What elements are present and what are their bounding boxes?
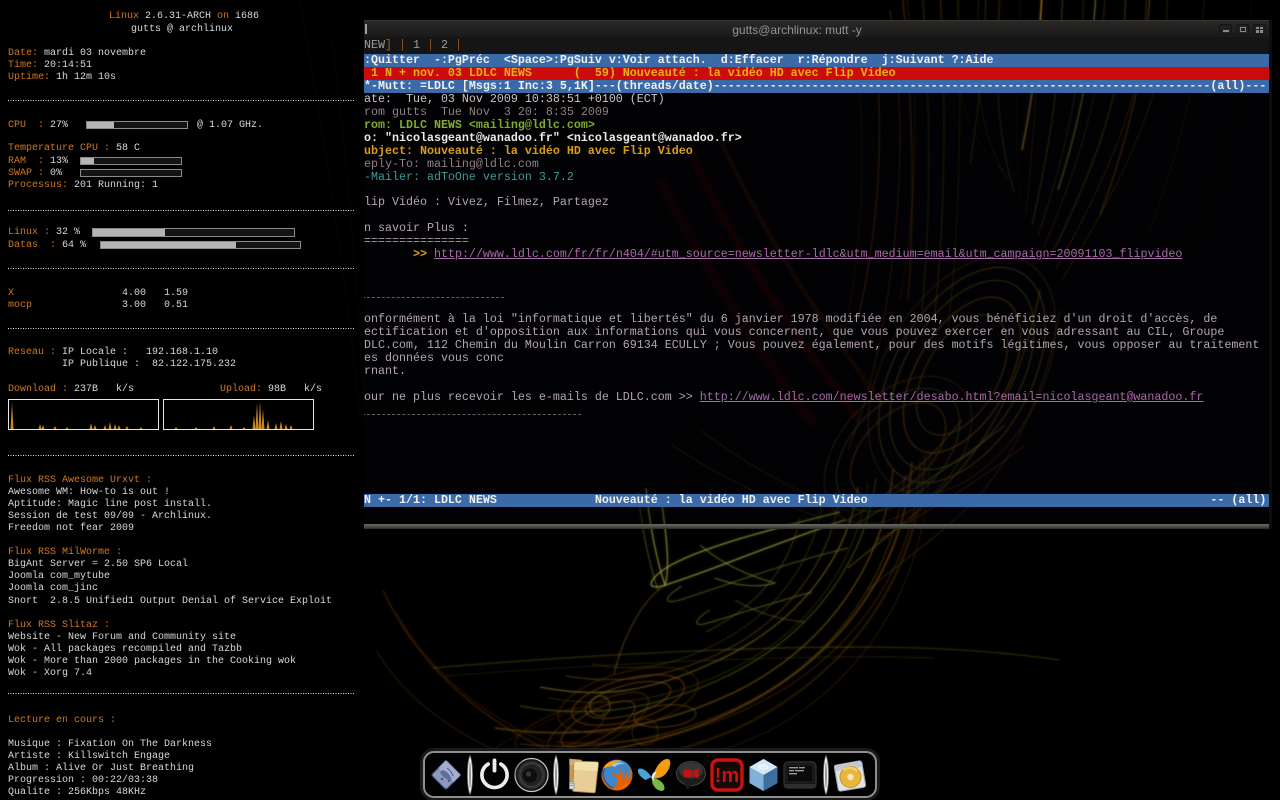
svg-text:!m: !m (715, 765, 739, 787)
